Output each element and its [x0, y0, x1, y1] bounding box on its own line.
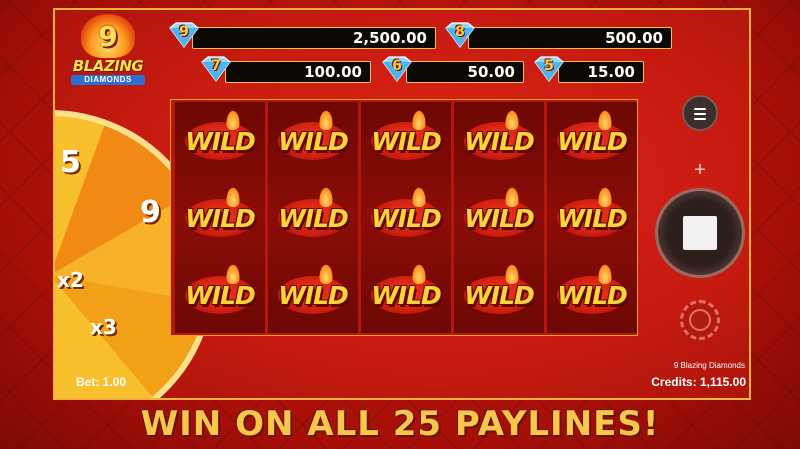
wild-symbol: WILD — [268, 256, 358, 333]
wild-symbol: WILD — [361, 179, 451, 256]
jackpot-6-value: 50.00 — [467, 63, 515, 81]
wild-symbol: WILD — [361, 256, 451, 333]
logo-title: BLAZING — [72, 57, 144, 75]
bet-increase-button[interactable]: + — [682, 152, 718, 188]
wild-symbol: WILD — [547, 102, 637, 179]
jackpot-8-value: 500.00 — [605, 29, 663, 47]
wild-symbol: WILD — [547, 256, 637, 333]
jackpot-6-gem: 6 — [379, 56, 415, 82]
jackpot-5-bar: 15.00 — [558, 61, 644, 83]
wild-symbol: WILD — [547, 179, 637, 256]
jackpot-9-gem: 9 — [166, 22, 202, 48]
jackpot-8-bar: 500.00 — [468, 27, 672, 49]
wild-symbol: WILD — [268, 102, 358, 179]
credits-amount: Credits: 1,115.00 — [651, 375, 746, 389]
reel-2: WILD WILD WILD — [268, 102, 358, 333]
wild-symbol: WILD — [454, 102, 544, 179]
spin-stop-button[interactable] — [655, 188, 745, 278]
wheel-label-5: 5 — [60, 145, 81, 180]
paylines-banner: WIN ON ALL 25 PAYLINES! — [140, 404, 660, 444]
jackpot-9-value: 2,500.00 — [352, 29, 427, 47]
jackpot-8-gem: 8 — [442, 22, 478, 48]
jackpot-7-bar: 100.00 — [225, 61, 371, 83]
jackpot-5-gem-number: 5 — [544, 58, 554, 74]
wheel-label-x2: x2 — [57, 268, 84, 292]
game-name: 9 Blazing Diamonds — [673, 361, 745, 370]
jackpot-9-gem-number: 9 — [179, 24, 189, 40]
jackpot-7-gem: 7 — [198, 56, 234, 82]
logo-subtitle: DIAMONDS — [71, 75, 145, 85]
reel-3: WILD WILD WILD — [361, 102, 451, 333]
wild-symbol: WILD — [361, 102, 451, 179]
game-logo: 9 BLAZING DIAMONDS — [63, 14, 153, 86]
wild-symbol: WILD — [175, 179, 265, 256]
reel-4: WILD WILD WILD — [454, 102, 544, 333]
reel-5: WILD WILD WILD — [547, 102, 637, 333]
jackpot-5-gem: 5 — [531, 56, 567, 82]
stop-icon — [683, 216, 717, 250]
wheel-label-9: 9 — [140, 195, 161, 230]
jackpot-5-value: 15.00 — [587, 63, 635, 81]
hamburger-icon — [694, 118, 706, 120]
logo-number: 9 — [98, 20, 118, 53]
jackpot-8-gem-number: 8 — [455, 24, 465, 40]
jackpot-6-bar: 50.00 — [406, 61, 524, 83]
jackpot-9-bar: 2,500.00 — [192, 27, 436, 49]
chip-icon — [689, 309, 711, 331]
wild-symbol: WILD — [268, 179, 358, 256]
wild-symbol: WILD — [175, 102, 265, 179]
menu-button[interactable] — [682, 95, 718, 131]
jackpot-6-gem-number: 6 — [392, 58, 402, 74]
jackpot-7-gem-number: 7 — [211, 58, 221, 74]
reel-1: WILD WILD WILD — [175, 102, 265, 333]
wild-symbol: WILD — [454, 179, 544, 256]
hamburger-icon — [694, 113, 706, 115]
wheel-label-x3: x3 — [90, 315, 117, 339]
hamburger-icon — [694, 108, 706, 110]
autoplay-button[interactable] — [680, 300, 720, 340]
jackpot-7-value: 100.00 — [304, 63, 362, 81]
reel-grid: WILD WILD WILD WILD WILD WILD WILD WILD … — [170, 99, 638, 336]
wild-symbol: WILD — [454, 256, 544, 333]
wild-symbol: WILD — [175, 256, 265, 333]
bet-amount: Bet: 1.00 — [76, 375, 127, 389]
